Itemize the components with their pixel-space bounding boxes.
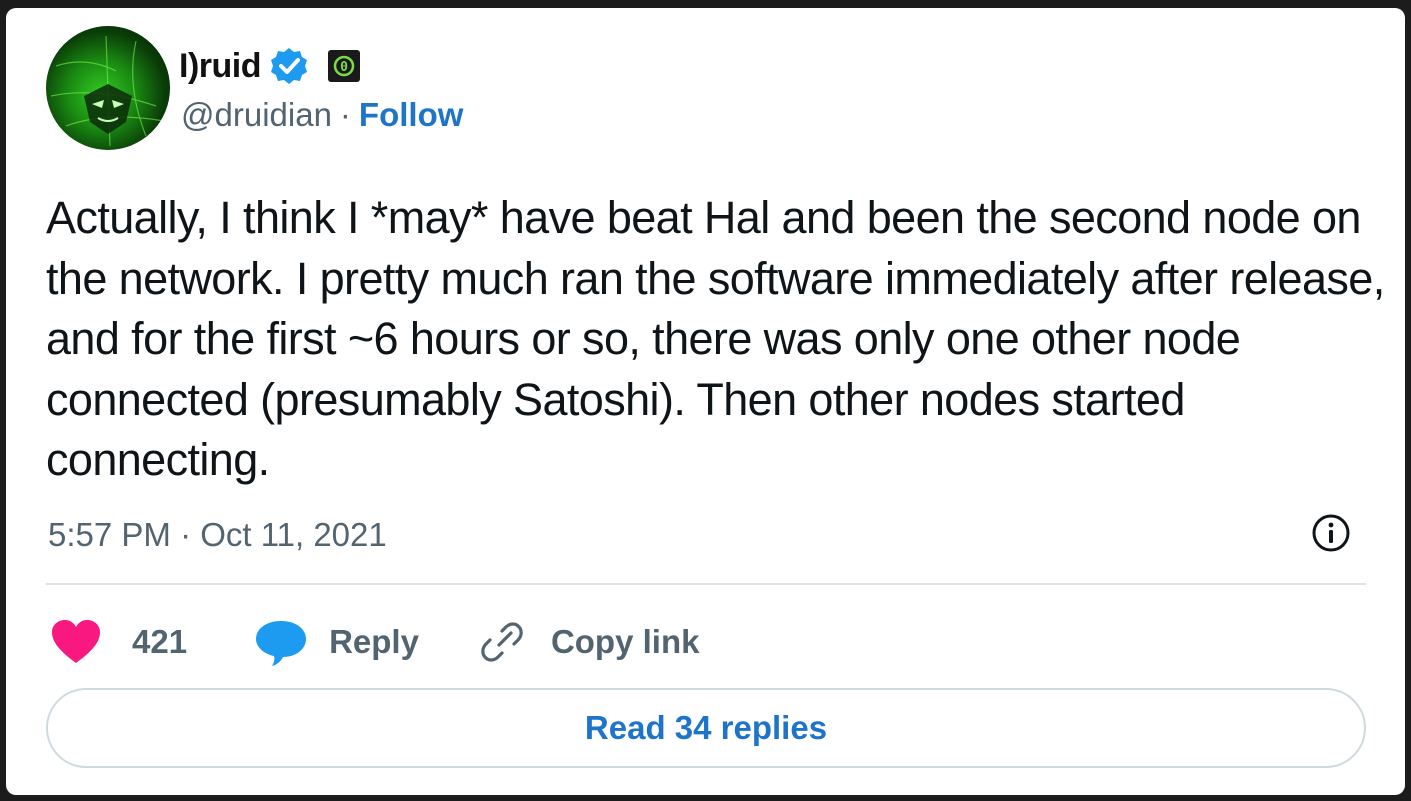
author-handle-row: @druidian · Follow [181, 93, 463, 137]
svg-text:0: 0 [340, 60, 348, 75]
verified-badge-icon [270, 48, 307, 84]
heart-icon [52, 620, 100, 663]
handle-separator: · [339, 96, 351, 133]
read-replies-button[interactable]: Read 34 replies [46, 688, 1366, 768]
avatar[interactable] [46, 26, 170, 150]
like-action[interactable]: 421 [48, 617, 187, 667]
likes-count: 421 [132, 623, 188, 660]
copy-link-label: Copy link [550, 623, 700, 660]
link-icon [481, 622, 523, 662]
read-replies-label: Read 34 replies [584, 709, 828, 746]
reply-label: Reply [329, 623, 419, 660]
reply-action[interactable]: Reply [253, 617, 419, 667]
author-display-name[interactable]: I)ruid [179, 47, 261, 86]
copy-link-action[interactable]: Copy link [479, 619, 700, 665]
tweet-actions: 421 Reply Copy link [48, 614, 699, 670]
affiliate-badge-icon: 0 [327, 50, 360, 82]
tweet-text: Actually, I think I *may* have beat Hal … [46, 192, 1385, 485]
divider [46, 583, 1366, 585]
info-icon[interactable] [1310, 512, 1352, 554]
reply-bubble-icon [256, 621, 307, 666]
author-handle[interactable]: @druidian [181, 96, 332, 134]
screenshot-frame: I)ruid 0 @druidian · Follow Actually, I … [0, 0, 1411, 801]
avatar-image [50, 35, 165, 147]
follow-button[interactable]: Follow [359, 96, 463, 134]
author-name-row: I)ruid 0 [179, 44, 361, 88]
tweet-card: I)ruid 0 @druidian · Follow Actually, I … [6, 8, 1405, 795]
tweet-timestamp[interactable]: 5:57 PM · Oct 11, 2021 [48, 516, 387, 554]
